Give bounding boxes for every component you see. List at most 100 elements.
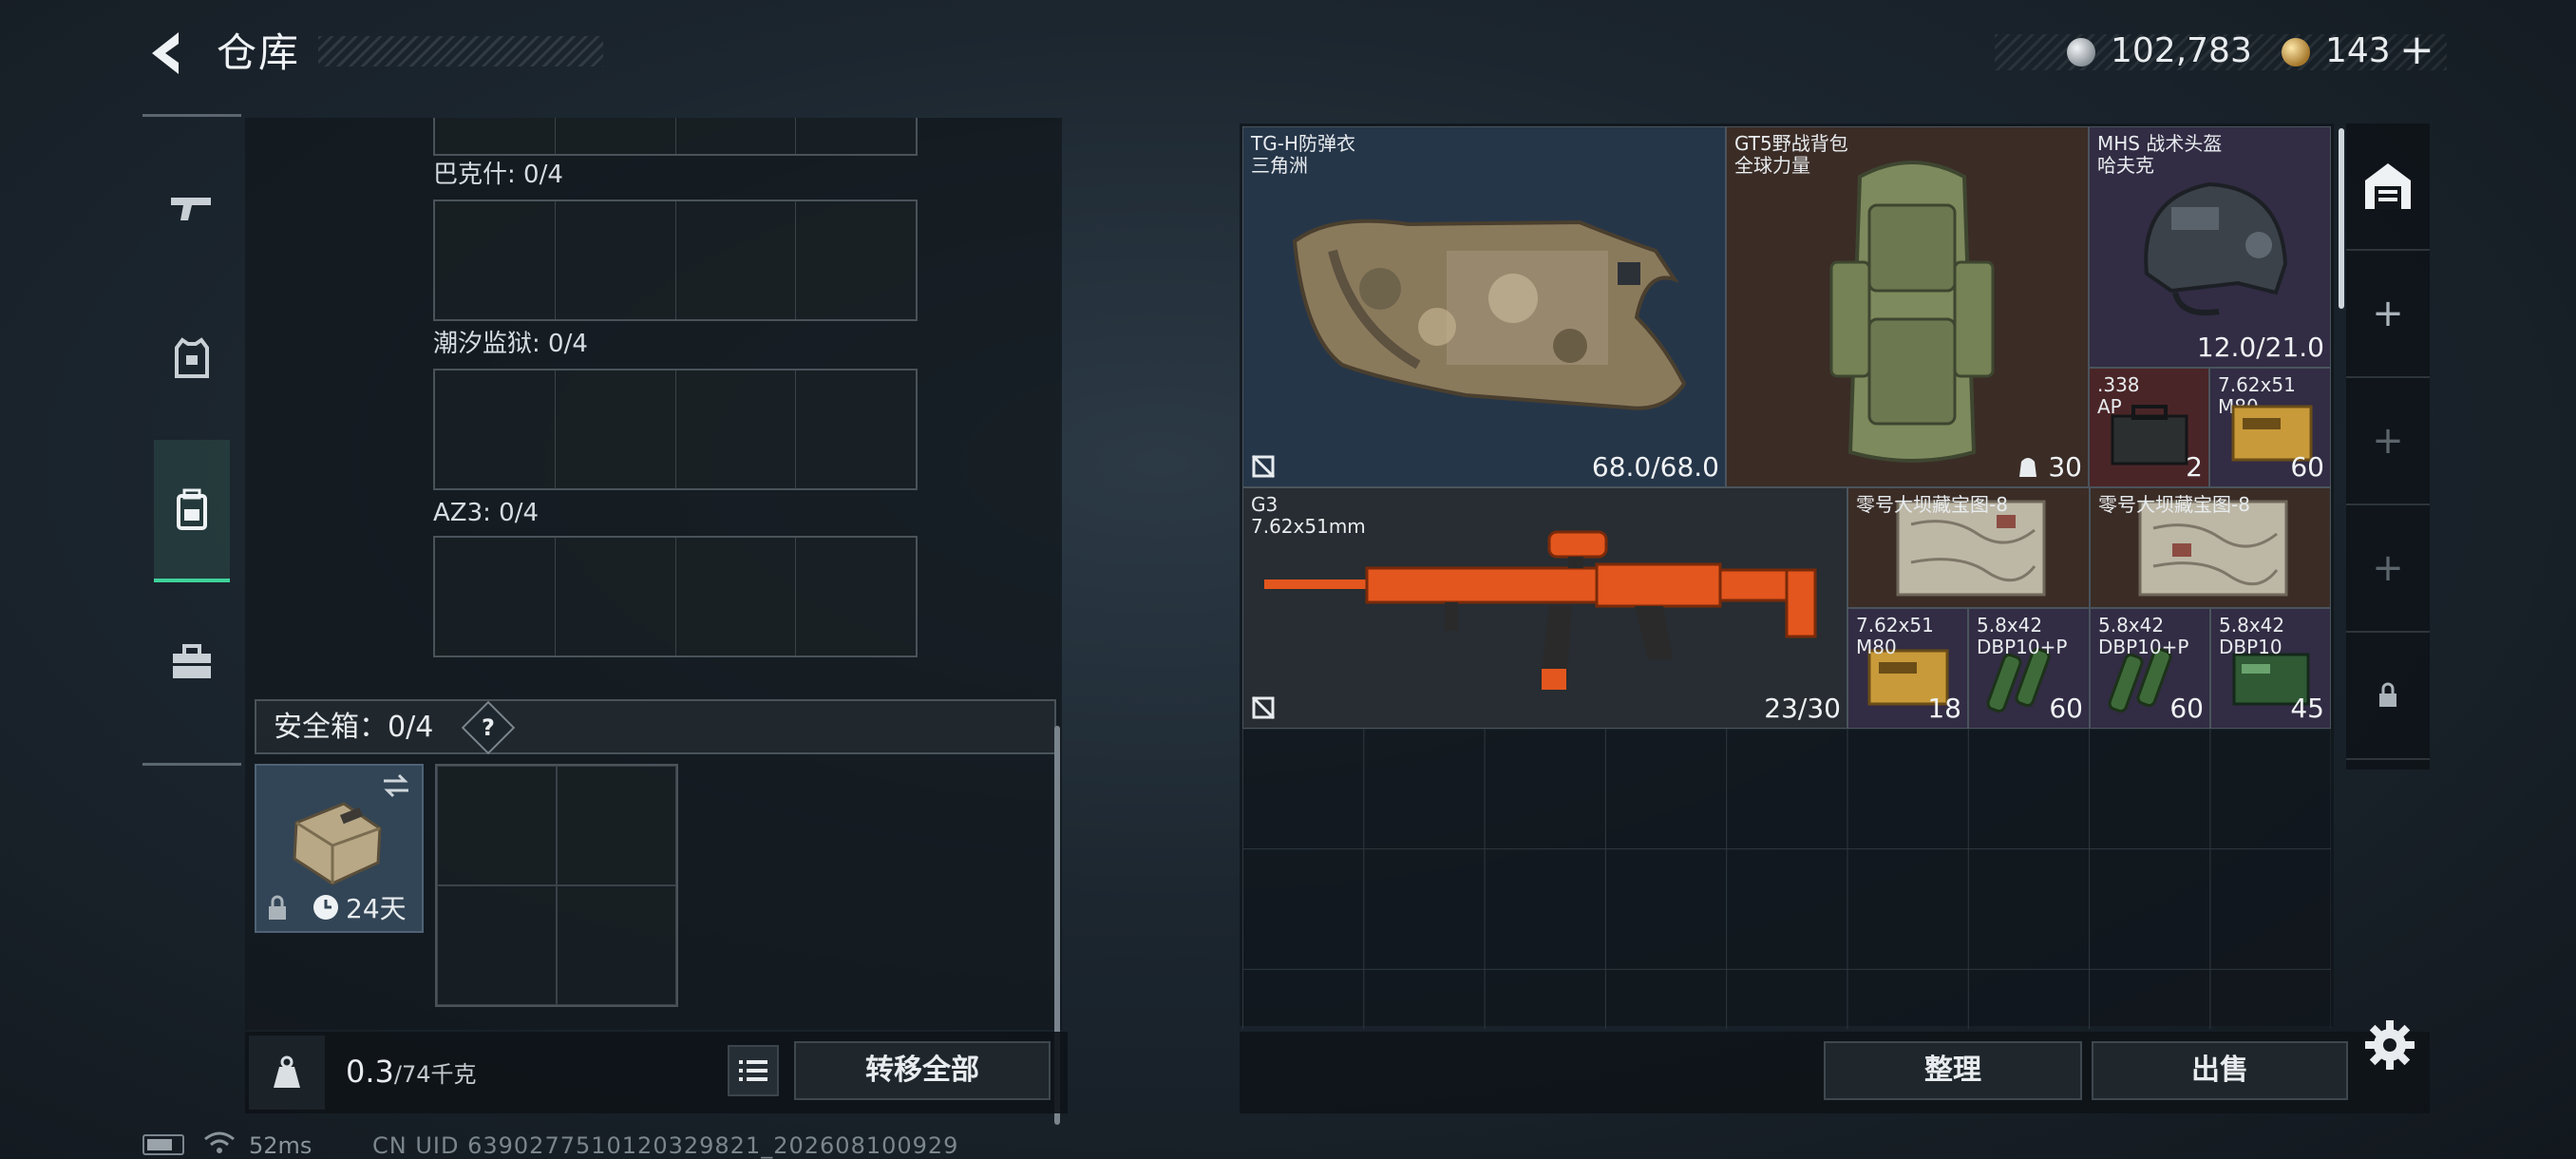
item-name: 5.8x42 DBP10 (2219, 614, 2285, 658)
help-icon: ? (482, 714, 495, 741)
armor-vest-icon (1292, 218, 1687, 410)
grid-slot[interactable] (435, 370, 556, 488)
container-grid-partial (433, 118, 918, 156)
grid-slot[interactable] (435, 538, 556, 656)
item-count: 60 (2169, 693, 2204, 724)
item-ammo-58-dbp10[interactable]: 5.8x42 DBP10 45 (2210, 608, 2331, 729)
container-label-3: AZ3: 0/4 (433, 499, 540, 527)
item-count: 45 (2290, 693, 2324, 724)
tab-add-warehouse[interactable]: + (2346, 251, 2430, 378)
item-name: 零号大坝藏宝图-8 (1856, 493, 2008, 516)
item-ammo-762-m80[interactable]: 7.62x51 M80 60 (2209, 368, 2331, 487)
warehouse-grid: TG-H防弹衣 三角洲 68.0/68.0 GT5野战背包 全球力量 30 MH… (1242, 126, 2331, 1029)
item-armor-vest[interactable]: TG-H防弹衣 三角洲 68.0/68.0 (1242, 126, 1726, 487)
tab-warehouse-main[interactable] (2346, 124, 2430, 251)
page-title: 仓库 (217, 29, 301, 76)
item-name: 7.62x51 M80 (1856, 614, 1934, 658)
item-capacity: 30 (2048, 451, 2082, 483)
tab-containers[interactable] (154, 440, 230, 582)
ammo-box-icon (2111, 405, 2188, 466)
grid-slot[interactable] (675, 201, 797, 319)
grid-slot[interactable] (675, 538, 797, 656)
item-durability: 12.0/21.0 (2196, 332, 2324, 363)
grid-slot[interactable] (796, 370, 916, 488)
unbreakable-icon (1251, 454, 1276, 479)
item-treasure-map[interactable]: 零号大坝藏宝图-8 (1847, 487, 2090, 608)
scrollbar[interactable] (2339, 128, 2344, 309)
item-count: 60 (2049, 693, 2083, 724)
tab-locked[interactable] (2346, 633, 2430, 760)
gold-currency-amount: 143 (2325, 31, 2391, 70)
grid-slot[interactable] (675, 118, 797, 154)
add-currency-button[interactable]: + (2399, 27, 2434, 74)
gold-coin-icon (2282, 38, 2310, 66)
clock-icon (313, 895, 338, 920)
tab-weapons[interactable] (154, 136, 230, 278)
container-panel: 巴克什: 0/4 潮汐监狱: 0/4 AZ3: 0/4 安全箱：0/4 ? 24… (245, 118, 1062, 1125)
tab-equipment[interactable] (154, 288, 230, 430)
grid-slot[interactable] (796, 118, 916, 154)
weight-max: /74千克 (393, 1061, 477, 1088)
item-ammo-count: 23/30 (1764, 693, 1841, 724)
tab-toolbox[interactable] (154, 592, 230, 734)
grid-slot[interactable] (675, 370, 797, 488)
tab-add-warehouse[interactable]: + (2346, 505, 2430, 633)
battery-icon (142, 1134, 184, 1155)
container-label-1: 巴克什: 0/4 (433, 161, 563, 189)
container-label-2: 潮汐监狱: 0/4 (433, 330, 588, 358)
toolbox-icon (173, 644, 211, 678)
safebox-timer: 24天 (346, 893, 407, 924)
grid-slot[interactable] (796, 538, 916, 656)
safebox-label: 安全箱：0/4 (274, 711, 434, 744)
item-name: 5.8x42 DBP10+P (1977, 614, 2068, 658)
capacity-icon (2019, 458, 2036, 477)
sort-button[interactable]: 整理 (1824, 1041, 2082, 1100)
grid-slot[interactable] (435, 118, 556, 154)
grid-slot[interactable] (435, 201, 556, 319)
unbreakable-icon (1251, 695, 1276, 720)
grid-slot[interactable] (557, 885, 676, 1005)
item-ammo-762-m80[interactable]: 7.62x51 M80 18 (1847, 608, 1968, 729)
vest-icon (175, 337, 209, 378)
item-name: TG-H防弹衣 三角洲 (1251, 132, 1355, 177)
grid-slot[interactable] (555, 201, 676, 319)
safebox-case-icon (293, 802, 382, 885)
weight-current: 0.3 (346, 1054, 394, 1090)
item-helmet[interactable]: MHS 战术头盔 哈夫克 12.0/21.0 (2089, 126, 2331, 368)
category-tabs (142, 114, 241, 766)
item-treasure-map[interactable]: 零号大坝藏宝图-8 (2090, 487, 2331, 608)
container-grid-2 (433, 369, 918, 490)
item-rifle-g3[interactable]: G3 7.62x51mm 23/30 (1242, 487, 1847, 729)
silver-coin-icon (2067, 38, 2095, 66)
user-uid: CN UID 6390277510120329821_202608100929 (372, 1132, 959, 1159)
plus-icon: + (2372, 546, 2404, 590)
back-button[interactable] (142, 27, 199, 80)
safebox-grid (435, 764, 678, 1007)
item-ammo-58-dbp10p[interactable]: 5.8x42 DBP10+P 60 (1968, 608, 2090, 729)
swap-icon (384, 773, 408, 798)
item-count: 60 (2290, 451, 2324, 483)
safebox-item[interactable]: 24天 (255, 764, 424, 933)
item-count: 2 (2186, 451, 2203, 483)
grid-slot[interactable] (437, 766, 557, 885)
item-backpack[interactable]: GT5野战背包 全球力量 30 (1726, 126, 2089, 487)
rifle-icon (1264, 530, 1817, 690)
backpack-icon (177, 488, 207, 530)
grid-slot[interactable] (555, 118, 676, 154)
item-name: 零号大坝藏宝图-8 (2098, 493, 2250, 516)
grid-slot[interactable] (557, 766, 676, 885)
grid-slot[interactable] (555, 538, 676, 656)
item-count: 18 (1927, 693, 1961, 724)
sell-button[interactable]: 出售 (2092, 1041, 2348, 1100)
transfer-all-button[interactable]: 转移全部 (794, 1041, 1051, 1100)
grid-slot[interactable] (437, 885, 557, 1005)
item-ammo-58-dbp10p[interactable]: 5.8x42 DBP10+P 60 (2090, 608, 2210, 729)
container-grid-3 (433, 536, 918, 657)
pistol-icon (171, 198, 211, 220)
grid-slot[interactable] (555, 370, 676, 488)
settings-gear-icon[interactable] (2363, 1018, 2416, 1072)
tab-add-warehouse[interactable]: + (2346, 378, 2430, 505)
list-view-button[interactable] (728, 1045, 779, 1096)
item-ammo-338[interactable]: .338 AP 2 (2089, 368, 2209, 487)
grid-slot[interactable] (796, 201, 916, 319)
